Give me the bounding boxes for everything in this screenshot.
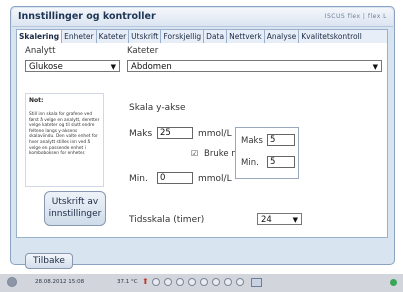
normal-min-input[interactable]: 5 [267, 156, 295, 168]
tab-kateter[interactable]: Kateter [97, 30, 130, 44]
normal-range-checkbox[interactable]: ☑ [191, 149, 198, 158]
sample-slot-icon [236, 278, 244, 286]
tab-kvalitetskontroll[interactable]: Kvalitetskontroll [299, 30, 364, 44]
chevron-down-icon: ▼ [110, 63, 116, 71]
normal-min-label: Min. [241, 158, 259, 168]
sample-slot-icon [200, 278, 208, 286]
monitor-icon [251, 278, 262, 287]
sample-slot-icon [152, 278, 160, 286]
y-min-label: Min. [129, 174, 148, 184]
tab-enheter[interactable]: Enheter [62, 30, 97, 44]
time-scale-label: Tidsskala (timer) [129, 215, 205, 225]
catheter-label: Kateter [127, 46, 159, 56]
tab-analyse[interactable]: Analyse [265, 30, 300, 44]
tab-forskjellig[interactable]: Forskjellig [161, 30, 205, 44]
note-box: Not: Still inn skala for grafene ved før… [25, 93, 104, 187]
tab-data[interactable]: Data [204, 30, 228, 44]
title-bar: Innstillinger og kontroller ISCUS flex |… [12, 8, 393, 27]
sample-slot-icon [224, 278, 232, 286]
chevron-down-icon: ▼ [372, 63, 378, 71]
tab-nettverk[interactable]: Nettverk [227, 30, 265, 44]
chevron-down-icon: ▼ [292, 216, 298, 224]
note-text: Still inn skala for grafene ved først å … [29, 112, 100, 157]
analyte-value: Glukose [29, 62, 63, 72]
analyte-select[interactable]: Glukose ▼ [25, 60, 120, 72]
status-temperature: 37.1 °C [117, 279, 138, 285]
brand-logo: ISCUS flex | flex L [324, 13, 387, 20]
sample-slot-icon [164, 278, 172, 286]
screen: Innstillinger og kontroller ISCUS flex |… [0, 0, 403, 292]
sample-slot-icon [188, 278, 196, 286]
y-max-label: Maks [129, 129, 153, 139]
print-settings-button[interactable]: Utskrift av innstillinger [44, 191, 106, 226]
power-icon[interactable] [7, 277, 17, 287]
print-button-line1: Utskrift av [51, 197, 99, 207]
window-title: Innstillinger og kontroller [18, 11, 156, 22]
status-bar: 28.08.2012 15:08 37.1 °C ⬆ [0, 274, 403, 292]
analyte-label: Analytt [25, 46, 56, 56]
status-led-icon [390, 279, 397, 286]
sample-slot-icon [176, 278, 184, 286]
print-button-line2: innstillinger [48, 209, 102, 219]
normal-max-input[interactable]: 5 [267, 134, 295, 146]
time-scale-value: 24 [261, 215, 272, 225]
catheter-select[interactable]: Abdomen ▼ [127, 60, 382, 72]
y-min-input[interactable]: 0 [157, 172, 193, 184]
tab-content-skalering: Analytt Glukose ▼ Kateter Abdomen ▼ Not:… [16, 43, 388, 238]
y-min-unit: mmol/L [198, 174, 232, 184]
y-max-input[interactable]: 25 [157, 127, 193, 139]
normal-max-label: Maks [241, 136, 263, 146]
thermometer-icon: ⬆ [142, 277, 149, 286]
time-scale-select[interactable]: 24 ▼ [257, 213, 302, 225]
catheter-value: Abdomen [131, 62, 172, 72]
normal-range-box: Maks 5 Min. 5 [235, 127, 299, 179]
status-datetime: 28.08.2012 15:08 [35, 279, 85, 285]
tab-utskrift[interactable]: Utskrift [129, 30, 162, 44]
y-scale-title: Skala y-akse [129, 103, 186, 113]
sample-slot-icon [212, 278, 220, 286]
back-button[interactable]: Tilbake [25, 253, 73, 269]
y-max-unit: mmol/L [198, 129, 232, 139]
settings-panel: Innstillinger og kontroller ISCUS flex |… [10, 6, 395, 269]
note-title: Not: [29, 97, 44, 104]
tab-skalering[interactable]: Skalering [17, 30, 63, 44]
